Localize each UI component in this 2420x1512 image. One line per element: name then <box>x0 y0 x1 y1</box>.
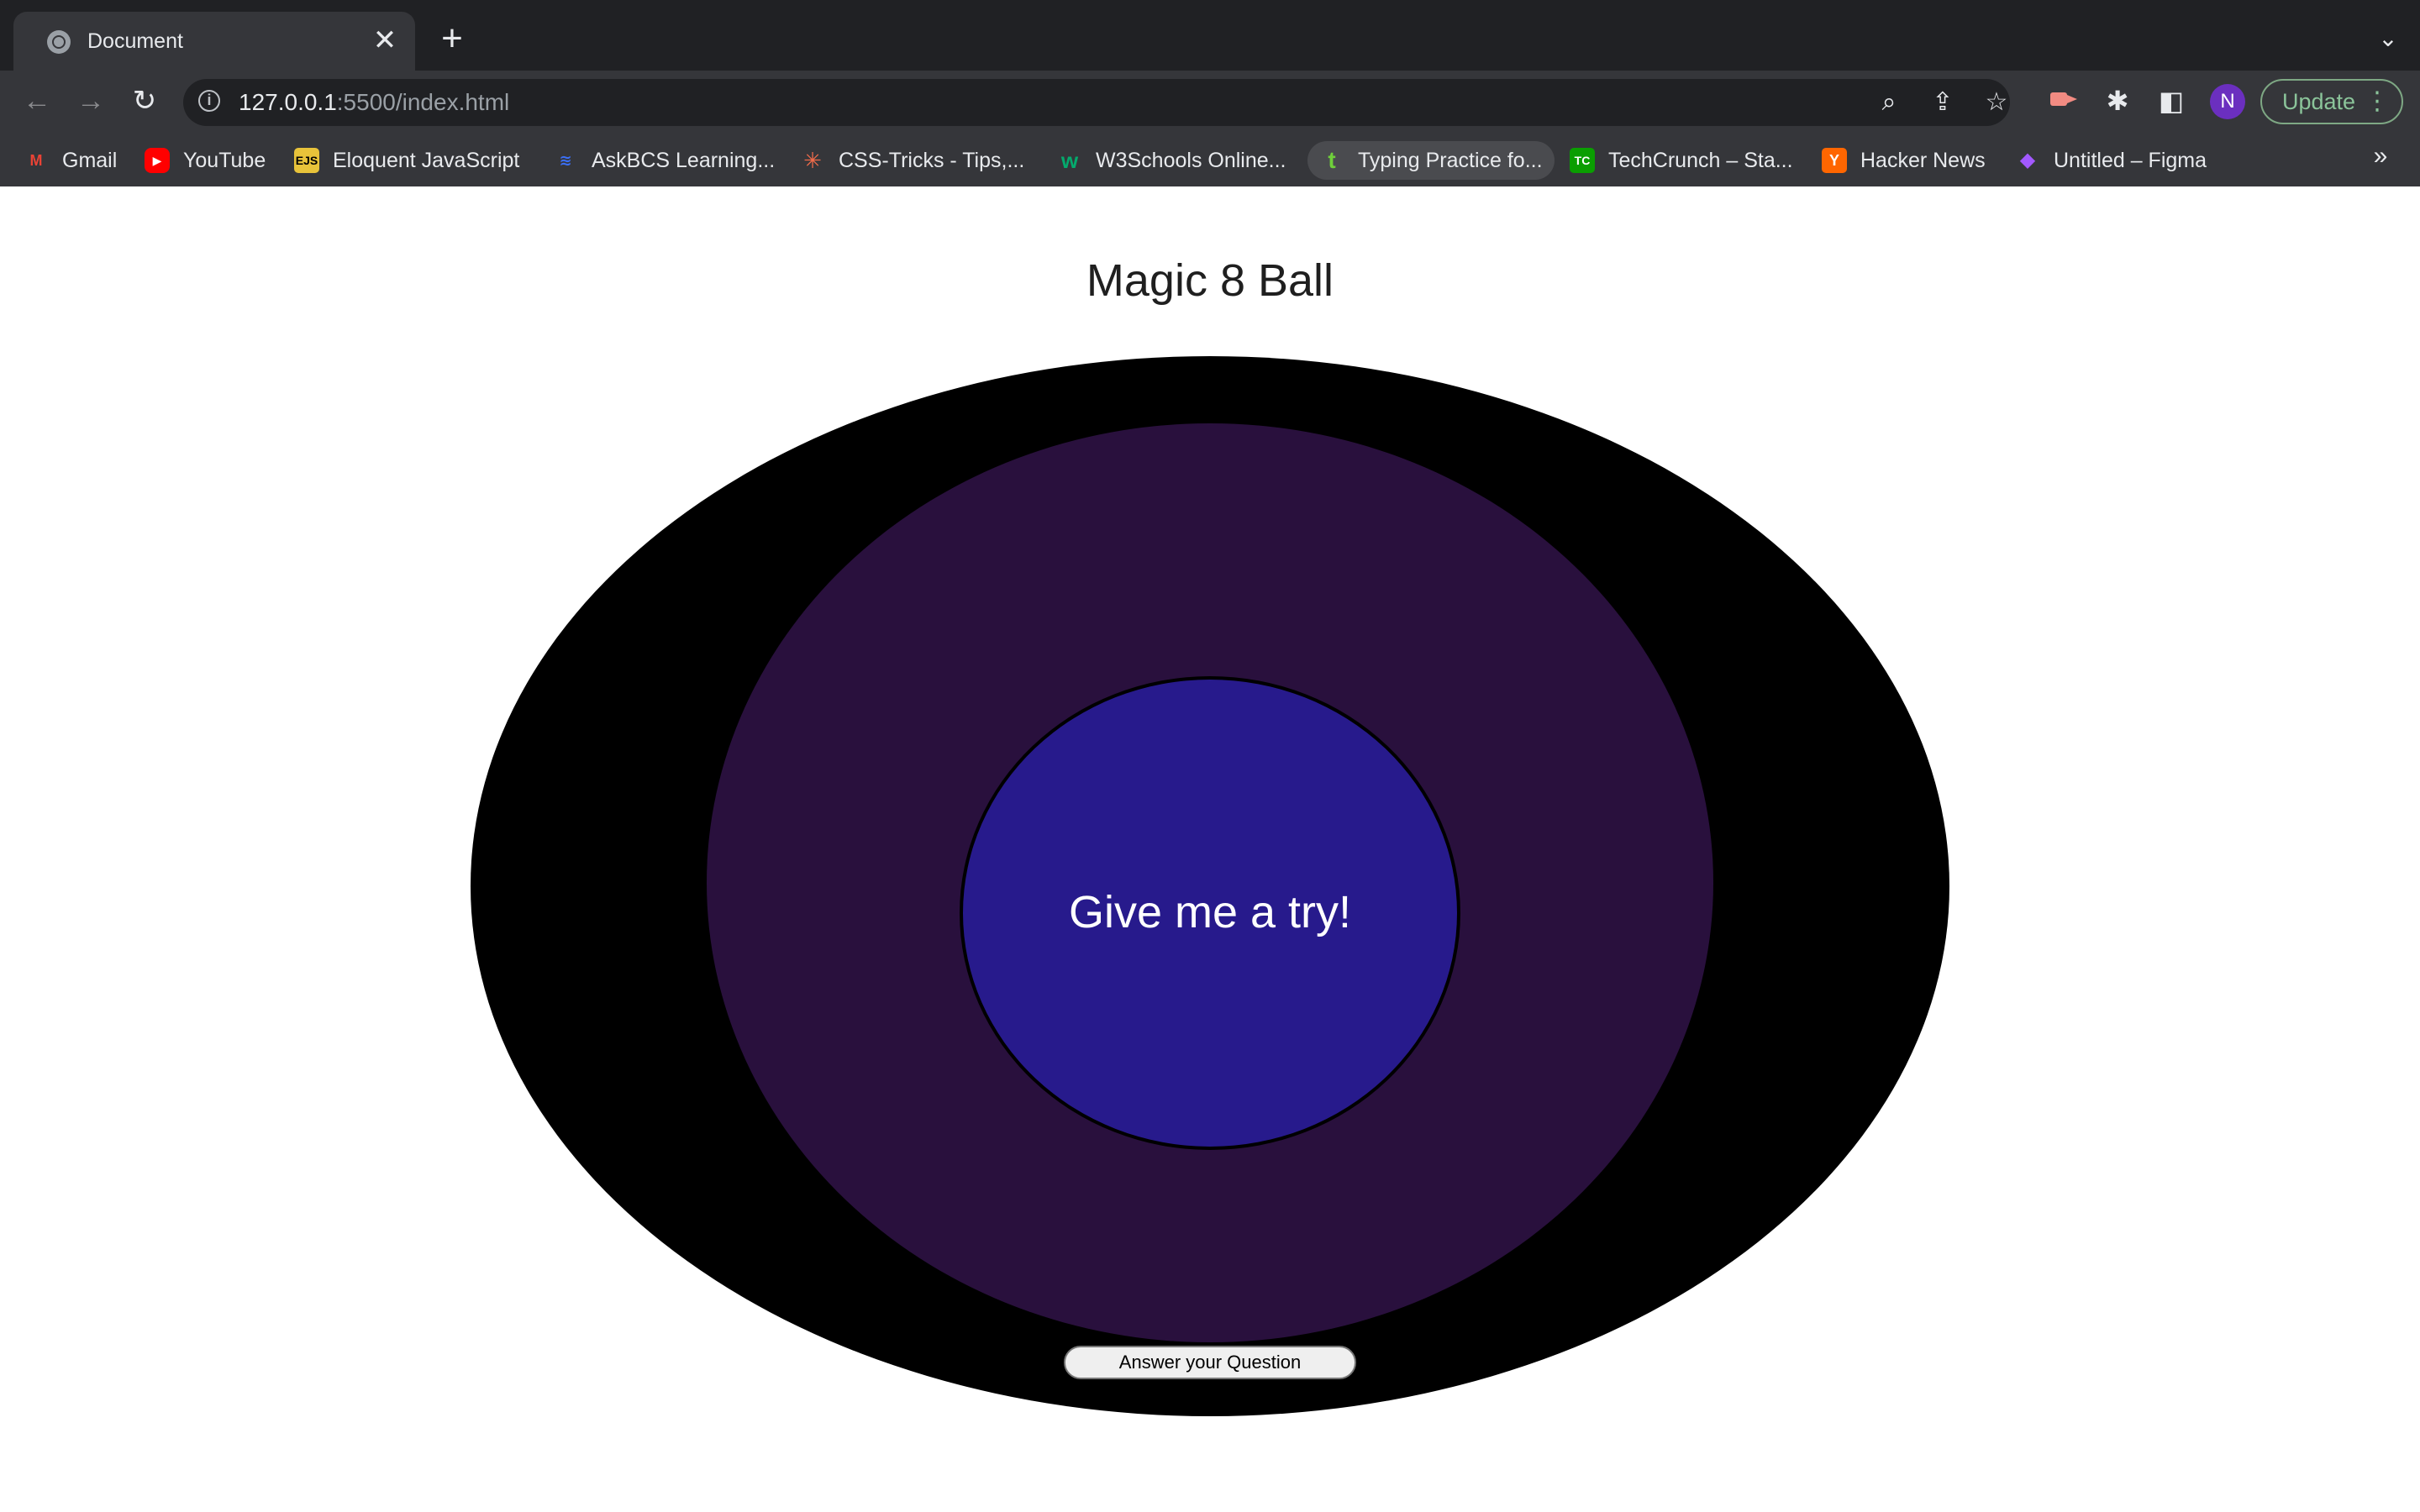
screencast-extension-icon[interactable] <box>2045 82 2082 119</box>
gmail-icon: M <box>29 152 43 169</box>
answer-text: Give me a try! <box>1068 887 1352 937</box>
bookmark-label: Untitled – Figma <box>2054 148 2207 172</box>
page-title: Magic 8 Ball <box>1086 255 1334 306</box>
page-content: Magic 8 Ball Give me a try! Answer your … <box>0 186 2420 1512</box>
back-button[interactable]: ← <box>18 82 55 119</box>
youtube-icon: ▶ <box>145 148 170 173</box>
techcrunch-icon: TC <box>1570 148 1595 173</box>
css-tricks-icon: ✳ <box>803 148 822 173</box>
update-button[interactable]: Update ⋮ <box>2260 79 2403 124</box>
forward-button[interactable]: → <box>72 82 109 119</box>
bookmark-askbcs[interactable]: ≋ AskBCS Learning... <box>553 141 775 180</box>
extensions-puzzle-icon[interactable]: ✱ <box>2099 82 2136 119</box>
zoom-icon[interactable]: ⌕ <box>1874 87 1904 118</box>
update-label: Update <box>2282 89 2356 114</box>
bookmark-gmail[interactable]: M Gmail <box>24 141 118 180</box>
close-tab-icon[interactable]: ✕ <box>370 25 400 55</box>
globe-icon <box>47 30 71 54</box>
site-info-icon[interactable]: i <box>198 90 220 112</box>
answer-question-button[interactable]: Answer your Question <box>1064 1346 1356 1379</box>
bookmark-eloquent-javascript[interactable]: EJS Eloquent JavaScript <box>294 141 519 180</box>
url-host: 127.0.0.1 <box>239 89 337 115</box>
bookmark-label: W3Schools Online... <box>1096 148 1286 172</box>
tab-search-icon[interactable]: ⌄ <box>2375 25 2402 52</box>
browser-chrome: Document ✕ + ⌄ ← → ↻ i 127.0.0.1:5500/in… <box>0 0 2420 186</box>
figma-icon: ◆ <box>2019 149 2036 171</box>
bookmark-label: TechCrunch – Sta... <box>1608 148 1793 172</box>
url-path: :5500/index.html <box>336 89 510 115</box>
url-text[interactable]: 127.0.0.1:5500/index.html <box>239 89 509 116</box>
profile-avatar[interactable]: N <box>2210 84 2245 119</box>
bookmark-youtube[interactable]: ▶ YouTube <box>145 141 266 180</box>
bookmark-typing-practice[interactable]: t Typing Practice fo... <box>1307 141 1555 180</box>
bookmark-w3schools[interactable]: w W3Schools Online... <box>1057 141 1286 180</box>
address-bar[interactable]: i 127.0.0.1:5500/index.html ⌕ ⇪ ☆ <box>183 79 2010 126</box>
bookmark-label: Gmail <box>62 148 118 172</box>
menu-icon[interactable]: ⋮ <box>2365 81 2390 123</box>
tab-title: Document <box>87 29 183 53</box>
bookmark-hacker-news[interactable]: Y Hacker News <box>1822 141 1986 180</box>
more-bookmarks-icon[interactable]: » <box>2368 139 2393 173</box>
bookmark-label: CSS-Tricks - Tips,... <box>839 148 1025 172</box>
bookmark-label: YouTube <box>183 148 266 172</box>
bookmark-label: Hacker News <box>1860 148 1986 172</box>
tab-strip: Document ✕ + ⌄ <box>0 0 2420 71</box>
screencast-icon <box>2050 92 2077 106</box>
bookmarks-bar: M Gmail ▶ YouTube EJS Eloquent JavaScrip… <box>0 134 2420 186</box>
w3schools-icon: w <box>1060 148 1079 173</box>
new-tab-button[interactable]: + <box>435 20 469 57</box>
eloquent-js-icon: EJS <box>294 148 319 173</box>
bookmark-figma[interactable]: ◆ Untitled – Figma <box>2015 141 2207 180</box>
bookmark-label: Eloquent JavaScript <box>333 148 520 172</box>
askbcs-icon: ≋ <box>559 152 572 169</box>
hacker-news-icon: Y <box>1822 148 1847 173</box>
typing-icon: t <box>1328 147 1336 173</box>
reload-button[interactable]: ↻ <box>126 82 163 119</box>
bookmark-css-tricks[interactable]: ✳ CSS-Tricks - Tips,... <box>800 141 1024 180</box>
bookmark-techcrunch[interactable]: TC TechCrunch – Sta... <box>1570 141 1793 180</box>
bookmark-label: AskBCS Learning... <box>592 148 776 172</box>
bookmark-star-icon[interactable]: ☆ <box>1981 87 2012 118</box>
bookmark-label: Typing Practice fo... <box>1358 148 1543 172</box>
share-icon[interactable]: ⇪ <box>1928 87 1958 118</box>
side-panel-icon[interactable]: ◧ <box>2153 82 2190 119</box>
tab-document[interactable]: Document ✕ <box>13 12 415 71</box>
